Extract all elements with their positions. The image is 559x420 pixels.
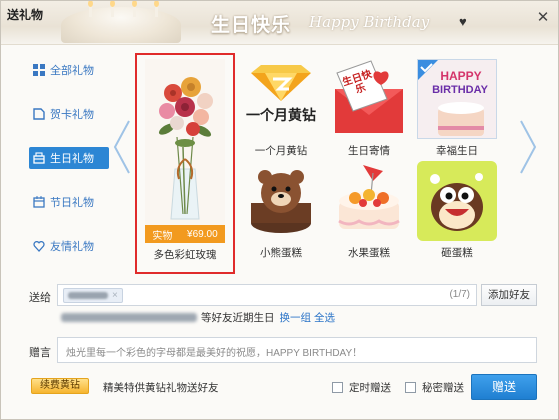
gift-item[interactable]: HAPPY BIRTHDAY 幸福生日 [417, 59, 497, 157]
send-button[interactable]: 赠送 [471, 374, 537, 400]
next-arrow-icon[interactable] [517, 117, 539, 177]
add-friend-button[interactable]: 添加好友 [481, 284, 537, 306]
change-group-link[interactable]: 换一组 [280, 310, 312, 325]
sidebar-item-label: 贺卡礼物 [50, 109, 94, 121]
recipient-input[interactable]: × (1/7) [57, 284, 477, 306]
sidebar-item-label: 友情礼物 [50, 241, 94, 253]
prev-arrow-icon[interactable] [111, 117, 133, 177]
bear-cake-image [241, 161, 321, 241]
checkbox-box[interactable] [332, 382, 343, 393]
grid-icon [33, 64, 45, 76]
gift-box-icon [33, 152, 45, 164]
diamond-caption: 一个月黄钻 [246, 107, 316, 123]
birthday-friends-row: 等好友近期生日 换一组 全选 [61, 310, 335, 325]
smash-cake-image [417, 161, 497, 241]
gift-item[interactable]: 砸蛋糕 [417, 161, 497, 259]
window-title: 送礼物 [7, 8, 44, 22]
gift-name: 一个月黄钻 [254, 145, 308, 157]
gift-price: ¥69.00 [187, 228, 218, 240]
gift-window: 送礼物 生日快乐 Happy Birthday ♥ ✕ 全部礼物 贺卡礼物 生日… [0, 0, 559, 420]
candle-decoration [132, 1, 137, 17]
rainbow-rose-image[interactable]: 实物 ¥69.00 [145, 59, 225, 243]
gift-name: 多色彩虹玫瑰 [153, 249, 217, 261]
cake-caption-bottom: BIRTHDAY [432, 84, 488, 96]
yellow-diamond-image: 一个月黄钻 [241, 59, 321, 139]
checkbox-label: 秘密赠送 [422, 382, 464, 394]
sidebar-item-label: 节日礼物 [50, 197, 94, 209]
banner-subtitle: Happy Birthday [309, 13, 430, 31]
to-label: 送给 [29, 292, 51, 304]
gift-type-tag: 实物 [152, 230, 173, 242]
sidebar-item-label: 全部礼物 [50, 65, 94, 77]
gift-item[interactable]: 一个月黄钻 一个月黄钻 [241, 59, 321, 157]
banner-title: 生日快乐 [211, 15, 292, 36]
cake-caption-top: HAPPY [440, 69, 482, 83]
select-all-link[interactable]: 全选 [314, 310, 335, 325]
message-input[interactable]: 烛光里每一个彩色的字母都是最美好的祝愿，HAPPY BIRTHDAY！ [57, 337, 537, 363]
sidebar-item-festival[interactable]: 节日礼物 [29, 191, 109, 213]
secret-send-checkbox[interactable]: 秘密赠送 [405, 380, 464, 395]
checkbox-label: 定时赠送 [349, 382, 391, 394]
sidebar-item-friendship[interactable]: 友情礼物 [29, 235, 109, 257]
sidebar-item-label: 生日礼物 [50, 153, 94, 165]
candle-decoration [154, 1, 159, 17]
sidebar-item-card[interactable]: 贺卡礼物 [29, 103, 109, 125]
candle-decoration [88, 1, 93, 17]
gift-name: 幸福生日 [436, 145, 478, 157]
heart-icon: ♥ [459, 14, 467, 29]
renew-vip-button[interactable]: 续费黄钻 [31, 378, 89, 394]
gift-item[interactable]: 生日快乐 生日寄情 [329, 59, 409, 157]
heart-outline-icon [33, 240, 45, 252]
message-label: 赠言 [29, 347, 51, 359]
calendar-icon [33, 196, 45, 208]
recipient-tag[interactable]: × [63, 288, 123, 303]
banner-cake-decoration [61, 7, 181, 43]
birthday-hint: 等好友近期生日 [201, 312, 275, 324]
birthday-letter-image: 生日快乐 [329, 59, 409, 139]
candle-decoration [110, 1, 115, 17]
price-bar: 实物 ¥69.00 [145, 225, 225, 243]
timed-send-checkbox[interactable]: 定时赠送 [332, 380, 391, 395]
recipient-count: (1/7) [449, 289, 470, 300]
gift-name: 小熊蛋糕 [260, 247, 302, 259]
gift-name: 水果蛋糕 [348, 247, 390, 259]
gift-item[interactable]: 小熊蛋糕 [241, 161, 321, 259]
vip-button-label: 续费黄钻 [40, 380, 80, 391]
happy-birthday-image: HAPPY BIRTHDAY [417, 59, 497, 139]
checkbox-box[interactable] [405, 382, 416, 393]
fruit-cake-image [329, 161, 409, 241]
gift-name: 砸蛋糕 [441, 247, 473, 259]
birthday-banner: 送礼物 生日快乐 Happy Birthday ♥ ✕ [1, 1, 558, 45]
recipient-name-redacted [68, 292, 108, 299]
gift-item[interactable]: 水果蛋糕 [329, 161, 409, 259]
remove-recipient-icon[interactable]: × [112, 290, 118, 301]
close-icon[interactable]: ✕ [535, 10, 551, 26]
friend-names-redacted [61, 313, 197, 322]
sidebar-item-all[interactable]: 全部礼物 [29, 59, 109, 81]
vip-tip: 精美特供黄钻礼物送好友 [103, 382, 219, 394]
category-sidebar: 全部礼物 贺卡礼物 生日礼物 节日礼物 友情礼物 [29, 59, 109, 279]
card-icon [33, 108, 45, 120]
gift-name: 生日寄情 [348, 145, 390, 157]
sidebar-item-birthday[interactable]: 生日礼物 [29, 147, 109, 169]
